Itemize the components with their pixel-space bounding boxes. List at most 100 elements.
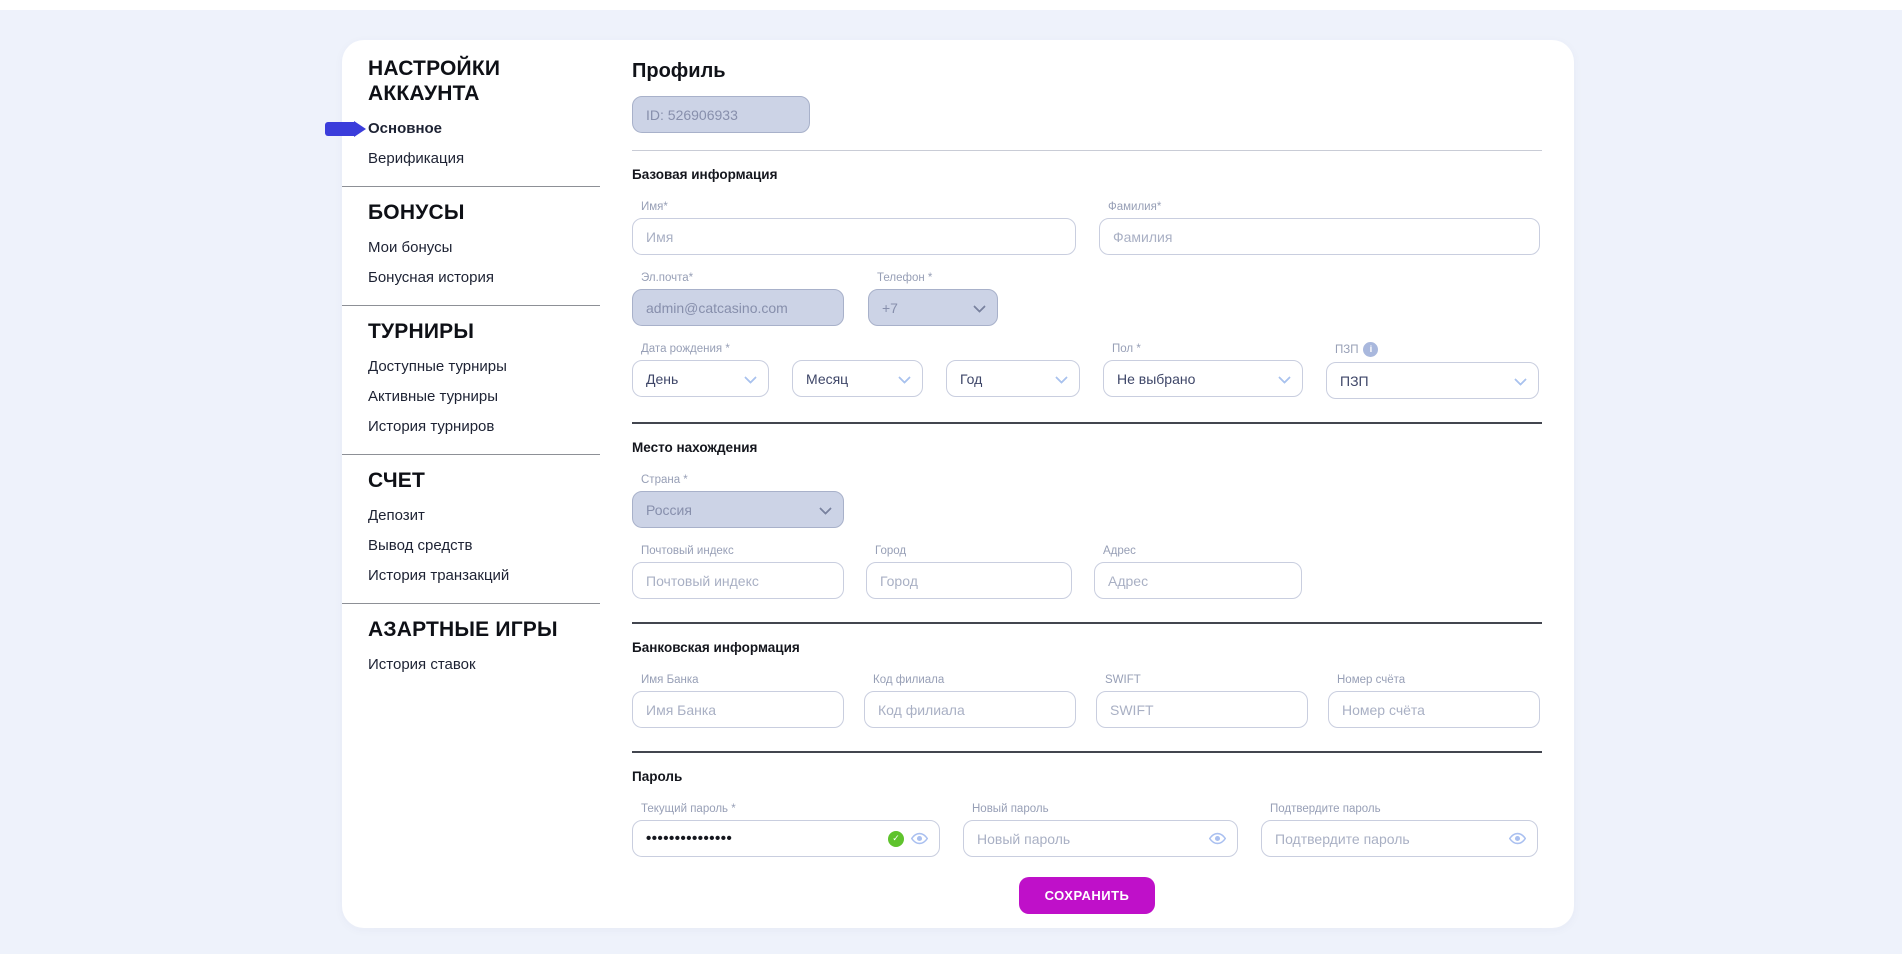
branch-code-label: Код филиала — [873, 673, 1076, 686]
swift-field[interactable] — [1096, 691, 1308, 728]
phone-label: Телефон * — [877, 271, 998, 284]
chevron-down-icon — [1278, 371, 1291, 384]
sidebar-item-withdrawal[interactable]: Вывод средств — [368, 537, 632, 554]
bank-info-heading: Банковская информация — [632, 640, 1542, 655]
section-divider — [632, 422, 1542, 424]
swift-label: SWIFT — [1105, 673, 1308, 686]
sidebar-item-verification[interactable]: Верификация — [368, 150, 632, 167]
account-number-label: Номер счёта — [1337, 673, 1540, 686]
sidebar-item-label: Активные турниры — [368, 388, 498, 405]
bank-name-label: Имя Банка — [641, 673, 844, 686]
sidebar-item-my-bonuses[interactable]: Мои бонусы — [368, 239, 632, 256]
sidebar-divider — [342, 186, 600, 187]
chevron-down-icon — [1514, 373, 1527, 386]
current-password-field[interactable] — [646, 830, 881, 847]
sidebar-group-title-gambling: АЗАРТНЫЕ ИГРЫ — [368, 617, 583, 642]
confirm-password-field[interactable] — [1275, 831, 1502, 847]
sidebar-item-bonus-history[interactable]: Бонусная история — [368, 269, 632, 286]
profile-id-field — [632, 96, 810, 133]
confirm-password-box — [1261, 820, 1538, 857]
last-name-field[interactable] — [1099, 218, 1540, 255]
active-arrow-icon — [325, 122, 354, 136]
location-heading: Место нахождения — [632, 440, 1542, 455]
first-name-label: Имя* — [641, 200, 1076, 213]
basic-info-heading: Базовая информация — [632, 167, 1542, 182]
account-settings-card: НАСТРОЙКИ АККАУНТА Основное Верификация … — [342, 40, 1574, 928]
sidebar-item-bet-history[interactable]: История ставок — [368, 656, 632, 673]
sidebar-divider — [342, 603, 600, 604]
birth-month-label — [801, 342, 923, 355]
birth-date-label: Дата рождения * — [641, 342, 769, 355]
new-password-box — [963, 820, 1238, 857]
birth-day-value: День — [646, 371, 678, 387]
birth-year-select[interactable]: Год — [946, 360, 1080, 397]
eye-icon[interactable] — [911, 832, 928, 845]
sidebar-item-transaction-history[interactable]: История транзакций — [368, 567, 632, 584]
birth-month-select[interactable]: Месяц — [792, 360, 923, 397]
sidebar-item-label: Депозит — [368, 507, 425, 524]
chevron-down-icon — [1055, 371, 1068, 384]
chevron-down-icon — [973, 300, 986, 313]
postal-code-field[interactable] — [632, 562, 844, 599]
pzp-value: ПЗП — [1340, 373, 1369, 389]
city-label: Город — [875, 544, 1072, 557]
chevron-down-icon — [744, 371, 757, 384]
password-heading: Пароль — [632, 769, 1542, 784]
new-password-label: Новый пароль — [972, 802, 1238, 815]
gender-value: Не выбрано — [1117, 371, 1195, 387]
chevron-down-icon — [819, 502, 832, 515]
sidebar-group-title-bonuses: БОНУСЫ — [368, 200, 583, 225]
sidebar-item-available-tournaments[interactable]: Доступные турниры — [368, 358, 632, 375]
email-label: Эл.почта* — [641, 271, 844, 284]
first-name-field[interactable] — [632, 218, 1076, 255]
sidebar-group-title-tournaments: ТУРНИРЫ — [368, 319, 583, 344]
pzp-select[interactable]: ПЗП — [1326, 362, 1539, 399]
sidebar-divider — [342, 305, 600, 306]
country-value: Россия — [646, 502, 692, 518]
pzp-label-text: ПЗП — [1335, 344, 1358, 356]
info-icon[interactable]: i — [1363, 342, 1378, 357]
save-button[interactable]: СОХРАНИТЬ — [1019, 877, 1156, 914]
phone-value: +7 — [882, 300, 898, 316]
sidebar-item-label: История ставок — [368, 656, 476, 673]
sidebar-group-title-settings: НАСТРОЙКИ АККАУНТА — [368, 56, 583, 106]
sidebar-item-deposit[interactable]: Депозит — [368, 507, 632, 524]
eye-icon[interactable] — [1509, 832, 1526, 845]
sidebar-divider — [342, 454, 600, 455]
sidebar-item-label: Доступные турниры — [368, 358, 507, 375]
branch-code-field[interactable] — [864, 691, 1076, 728]
address-field[interactable] — [1094, 562, 1302, 599]
sidebar-item-main[interactable]: Основное — [368, 120, 632, 137]
profile-form: Профиль Базовая информация Имя* Фамилия*… — [632, 40, 1574, 928]
new-password-field[interactable] — [977, 831, 1202, 847]
account-number-field[interactable] — [1328, 691, 1540, 728]
email-field — [632, 289, 844, 326]
chevron-down-icon — [898, 371, 911, 384]
birth-day-select[interactable]: День — [632, 360, 769, 397]
sidebar: НАСТРОЙКИ АККАУНТА Основное Верификация … — [342, 40, 632, 928]
sidebar-item-label: История турниров — [368, 418, 494, 435]
eye-icon[interactable] — [1209, 832, 1226, 845]
last-name-label: Фамилия* — [1108, 200, 1540, 213]
confirm-password-label: Подтвердите пароль — [1270, 802, 1538, 815]
check-icon: ✓ — [888, 831, 904, 847]
postal-code-label: Почтовый индекс — [641, 544, 844, 557]
city-field[interactable] — [866, 562, 1072, 599]
page-title: Профиль — [632, 60, 1542, 83]
current-password-label: Текущий пароль * — [641, 802, 940, 815]
address-label: Адрес — [1103, 544, 1302, 557]
pzp-label: ПЗП i — [1335, 342, 1539, 357]
birth-year-label — [955, 342, 1080, 355]
country-select: Россия — [632, 491, 844, 528]
sidebar-item-tournament-history[interactable]: История турниров — [368, 418, 632, 435]
sidebar-group-title-account: СЧЕТ — [368, 468, 583, 493]
gender-select[interactable]: Не выбрано — [1103, 360, 1303, 397]
phone-select: +7 — [868, 289, 998, 326]
sidebar-item-label: Бонусная история — [368, 269, 494, 286]
sidebar-item-active-tournaments[interactable]: Активные турниры — [368, 388, 632, 405]
bank-name-field[interactable] — [632, 691, 844, 728]
birth-year-value: Год — [960, 371, 982, 387]
sidebar-item-label: Основное — [368, 120, 442, 137]
country-label: Страна * — [641, 473, 844, 486]
sidebar-item-label: Мои бонусы — [368, 239, 452, 256]
